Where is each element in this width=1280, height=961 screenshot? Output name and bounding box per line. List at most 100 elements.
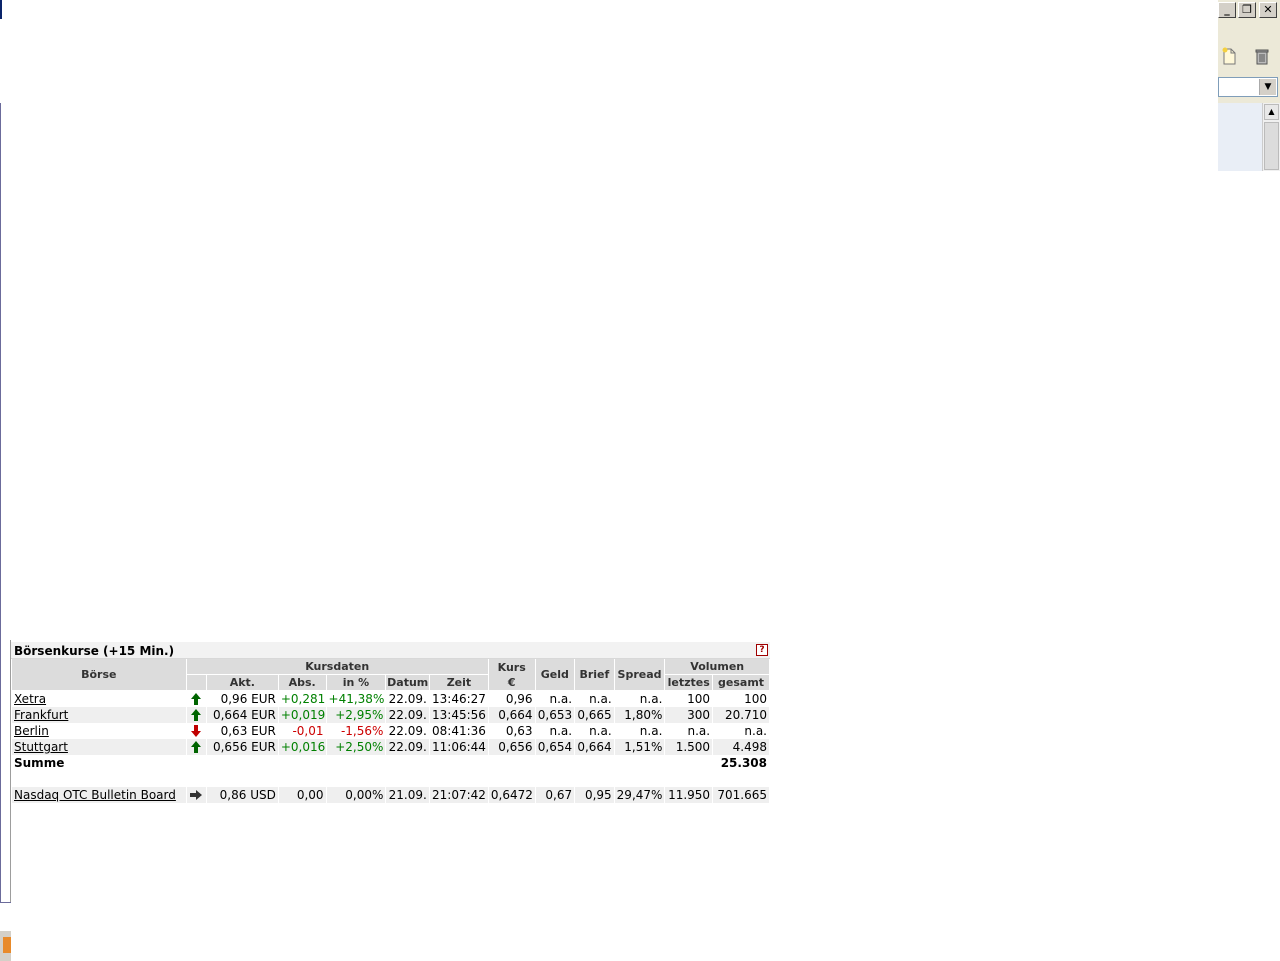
column-header-trend (186, 675, 206, 691)
column-header-boerse: Börse (12, 659, 186, 691)
cell-gesamt: 701.665 (713, 787, 769, 803)
arrow-down-icon (186, 723, 206, 739)
cell-geld: n.a. (535, 723, 575, 739)
column-group-volumen: Volumen (665, 659, 769, 675)
window-frame-edge (0, 0, 2, 19)
sum-row: Summe 25.308 (12, 755, 769, 771)
sum-value: 25.308 (713, 755, 769, 771)
column-header-zeit: Zeit (430, 675, 488, 691)
quote-box-header: Börsenkurse (+15 Min.) ? (11, 642, 770, 659)
cell-spread: n.a. (614, 723, 665, 739)
exchange-link[interactable]: Berlin (12, 723, 186, 739)
cell-akt: 0,664 EUR (206, 707, 278, 723)
minimize-button[interactable]: _ (1218, 2, 1236, 18)
cell-datum: 22.09. (386, 723, 430, 739)
cell-brief: n.a. (575, 723, 614, 739)
vertical-scrollbar[interactable]: ▲ (1262, 103, 1280, 171)
arrow-up-icon (186, 691, 206, 707)
cell-akt: 0,96 EUR (206, 691, 278, 707)
cell-gesamt: n.a. (713, 723, 769, 739)
table-row: Xetra 0,96 EUR +0,281 +41,38% 22.09. 13:46:27… (12, 691, 769, 707)
side-panel (1218, 103, 1262, 171)
cell-spread: 1,80% (614, 707, 665, 723)
column-header-letztes: letztes (665, 675, 713, 691)
scrollbar-thumb[interactable] (1264, 122, 1279, 170)
arrow-up-icon (186, 739, 206, 755)
cell-geld: n.a. (535, 691, 575, 707)
cell-brief: 0,665 (575, 707, 614, 723)
cell-akt: 0,63 EUR (206, 723, 278, 739)
cell-spread: 29,47% (614, 787, 665, 803)
cell-spread: 1,51% (614, 739, 665, 755)
arrow-right-icon (186, 787, 206, 803)
cell-letztes: 300 (665, 707, 713, 723)
exchange-link[interactable]: Stuttgart (12, 739, 186, 755)
cell-datum: 22.09. (386, 707, 430, 723)
cell-pct: -1,56% (326, 723, 386, 739)
cell-zeit: 21:07:42 (430, 787, 488, 803)
cell-pct: +2,95% (326, 707, 386, 723)
quote-table-body: Xetra 0,96 EUR +0,281 +41,38% 22.09. 13:46:27… (12, 691, 769, 803)
cell-brief: 0,95 (575, 787, 614, 803)
column-header-in-pct: in % (326, 675, 386, 691)
cell-brief: 0,664 (575, 739, 614, 755)
cell-datum: 22.09. (386, 739, 430, 755)
cell-zeit: 13:45:56 (430, 707, 488, 723)
spacer-row (12, 771, 769, 787)
cell-abs: +0,019 (278, 707, 326, 723)
column-header-spread: Spread (614, 659, 665, 691)
window-frame-edge (0, 902, 11, 903)
window-frame-edge (0, 103, 1, 903)
help-icon[interactable]: ? (756, 644, 768, 656)
cell-gesamt: 20.710 (713, 707, 769, 723)
table-row: Stuttgart 0,656 EUR +0,016 +2,50% 22.09. 11:0… (12, 739, 769, 755)
cell-pct: +41,38% (326, 691, 386, 707)
column-header-geld: Geld (535, 659, 575, 691)
kurs-label: Kurs (497, 660, 526, 674)
cell-abs: +0,281 (278, 691, 326, 707)
cell-kurs: 0,664 (488, 707, 535, 723)
quote-box: Börsenkurse (+15 Min.) ? Börse Kursdaten… (11, 642, 770, 803)
new-document-icon[interactable] (1220, 47, 1238, 65)
taskbar-app-icon[interactable] (3, 937, 11, 953)
cell-letztes: 1.500 (665, 739, 713, 755)
cell-kurs: 0,63 (488, 723, 535, 739)
cell-geld: 0,67 (535, 787, 575, 803)
scroll-up-icon[interactable]: ▲ (1264, 104, 1279, 120)
cell-pct: 0,00% (326, 787, 386, 803)
column-header-datum: Datum (386, 675, 430, 691)
table-row: Berlin 0,63 EUR -0,01 -1,56% 22.09. 08:41:36 0… (12, 723, 769, 739)
close-button[interactable]: ✕ (1259, 2, 1277, 18)
restore-button[interactable]: ❐ (1238, 2, 1256, 18)
cell-zeit: 11:06:44 (430, 739, 488, 755)
cell-kurs: 0,656 (488, 739, 535, 755)
cell-datum: 22.09. (386, 691, 430, 707)
cell-abs: -0,01 (278, 723, 326, 739)
cell-akt: 0,656 EUR (206, 739, 278, 755)
cell-kurs: 0,96 (488, 691, 535, 707)
cell-letztes: 100 (665, 691, 713, 707)
cell-pct: +2,50% (326, 739, 386, 755)
exchange-link[interactable]: Xetra (12, 691, 186, 707)
column-header-akt: Akt. (206, 675, 278, 691)
cell-geld: 0,654 (535, 739, 575, 755)
dropdown-select[interactable]: ▼ (1218, 77, 1278, 97)
quote-table: Börse Kursdaten Kurs € Geld Brief Spread… (11, 659, 770, 803)
column-header-kurs-eur: Kurs € (488, 659, 535, 691)
euro-label: € (507, 675, 516, 689)
cell-abs: +0,016 (278, 739, 326, 755)
column-group-kursdaten: Kursdaten (186, 659, 488, 675)
exchange-link[interactable]: Nasdaq OTC Bulletin Board (12, 787, 186, 803)
cell-brief: n.a. (575, 691, 614, 707)
column-header-gesamt: gesamt (713, 675, 769, 691)
cell-gesamt: 100 (713, 691, 769, 707)
cell-gesamt: 4.498 (713, 739, 769, 755)
cell-kurs: 0,6472 (488, 787, 535, 803)
table-row: Nasdaq OTC Bulletin Board 0,86 USD 0,00 0,0… (12, 787, 769, 803)
exchange-link[interactable]: Frankfurt (12, 707, 186, 723)
trash-icon[interactable] (1253, 47, 1271, 65)
chevron-down-icon[interactable]: ▼ (1259, 79, 1276, 95)
sum-label: Summe (12, 755, 186, 771)
cell-akt: 0,86 USD (206, 787, 278, 803)
cell-geld: 0,653 (535, 707, 575, 723)
